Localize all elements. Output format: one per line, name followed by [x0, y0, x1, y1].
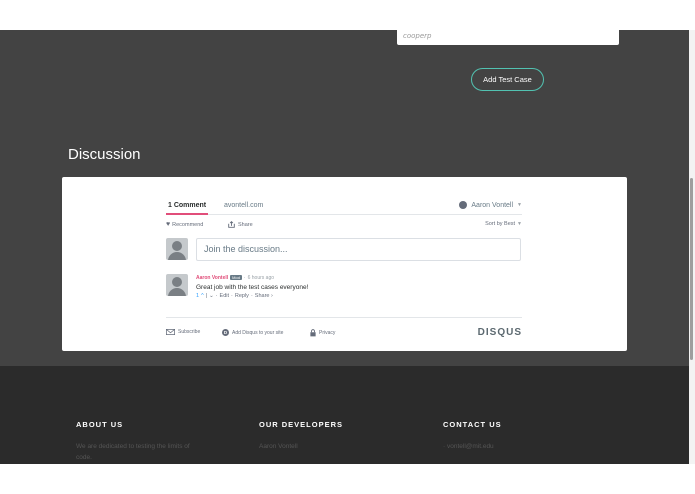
discussion-title: Discussion — [68, 146, 141, 163]
disqus-footer: Subscribe D Add Disqus to your site Priv… — [166, 317, 522, 339]
scrollbar-thumb[interactable] — [690, 178, 693, 360]
tab-site[interactable]: avontell.com — [224, 202, 263, 209]
comment-share-link[interactable]: Share › — [255, 293, 273, 299]
envelope-icon — [166, 329, 175, 335]
comment-author[interactable]: Aaron Vontell — [196, 275, 228, 281]
heart-icon: ♥ — [166, 221, 171, 228]
developer-name[interactable]: Aaron Vontell — [259, 441, 389, 452]
current-user-avatar — [166, 238, 188, 260]
recommend-button[interactable]: ♥ Recommend — [166, 221, 203, 228]
author-input[interactable]: cooperp — [397, 30, 619, 45]
footer-contact: CONTACT US · vontell@mit.edu — [443, 420, 573, 452]
vote-count: 1 — [196, 293, 200, 299]
footer-about: ABOUT US We are dedicated to testing the… — [76, 420, 206, 463]
disqus-d-icon: D — [222, 329, 229, 336]
reply-link[interactable]: Reply — [235, 293, 249, 299]
about-title: ABOUT US — [76, 420, 124, 429]
subscribe-label: Subscribe — [178, 329, 201, 335]
comment-text: Great job with the test cases everyone! — [196, 284, 309, 291]
edit-link[interactable]: Edit — [220, 293, 229, 299]
sort-dropdown[interactable]: Sort by Best ▼ — [485, 221, 522, 227]
add-test-case-button[interactable]: Add Test Case — [471, 68, 544, 91]
commenter-avatar[interactable] — [166, 274, 188, 296]
contact-title: CONTACT US — [443, 420, 502, 429]
upvote-icon[interactable]: ^ — [201, 293, 204, 299]
tab-comments[interactable]: 1 Comment — [168, 202, 206, 209]
share-label: Share — [238, 221, 253, 228]
contact-email[interactable]: · vontell@mit.edu — [443, 441, 573, 452]
disqus-actions: ♥ Recommend Share Sort by Best ▼ — [166, 221, 522, 231]
comment-time[interactable]: 6 hours ago — [248, 275, 274, 281]
subscribe-link[interactable]: Subscribe — [166, 329, 200, 335]
add-disqus-link[interactable]: D Add Disqus to your site — [222, 329, 283, 336]
add-disqus-label: Add Disqus to your site — [232, 329, 284, 336]
user-avatar-icon — [459, 201, 468, 209]
join-discussion-input[interactable]: Join the discussion... — [196, 238, 521, 261]
disqus-logo[interactable]: DISQUS — [478, 327, 522, 338]
privacy-link[interactable]: Privacy — [310, 329, 335, 337]
active-tab-indicator — [166, 213, 208, 215]
main-section: cooperp Add Test Case Discussion 1 Comme… — [0, 30, 689, 366]
share-icon — [228, 221, 235, 228]
site-footer: ABOUT US We are dedicated to testing the… — [0, 366, 689, 464]
recommend-label: Recommend — [172, 221, 204, 228]
chevron-down-icon: ▼ — [517, 202, 522, 208]
developers-title: OUR DEVELOPERS — [259, 420, 344, 429]
privacy-label: Privacy — [319, 330, 336, 336]
top-whitespace — [0, 0, 695, 30]
comment-item: Aaron Vontell Mod · 6 hours ago Great jo… — [196, 274, 496, 300]
comment-actions: 1 ^ | ⌄ · Edit · Reply · Share › — [196, 293, 273, 299]
disqus-tabs: 1 Comment avontell.com Aaron Vontell ▼ — [166, 199, 522, 215]
lock-icon — [310, 329, 316, 337]
share-button[interactable]: Share — [228, 221, 253, 228]
downvote-icon[interactable]: ⌄ — [209, 293, 214, 299]
user-menu[interactable]: Aaron Vontell ▼ — [459, 201, 522, 209]
user-name: Aaron Vontell — [471, 201, 514, 209]
disqus-card: 1 Comment avontell.com Aaron Vontell ▼ ♥… — [62, 177, 627, 351]
chevron-down-icon: ▼ — [517, 221, 522, 227]
about-text: We are dedicated to testing the limits o… — [76, 443, 190, 461]
sort-label: Sort by Best — [485, 221, 516, 227]
page: cooperp Add Test Case Discussion 1 Comme… — [0, 0, 695, 494]
footer-developers: OUR DEVELOPERS Aaron Vontell — [259, 420, 389, 452]
mod-badge: Mod — [230, 275, 242, 280]
comment-meta: Aaron Vontell Mod · 6 hours ago — [196, 274, 275, 281]
